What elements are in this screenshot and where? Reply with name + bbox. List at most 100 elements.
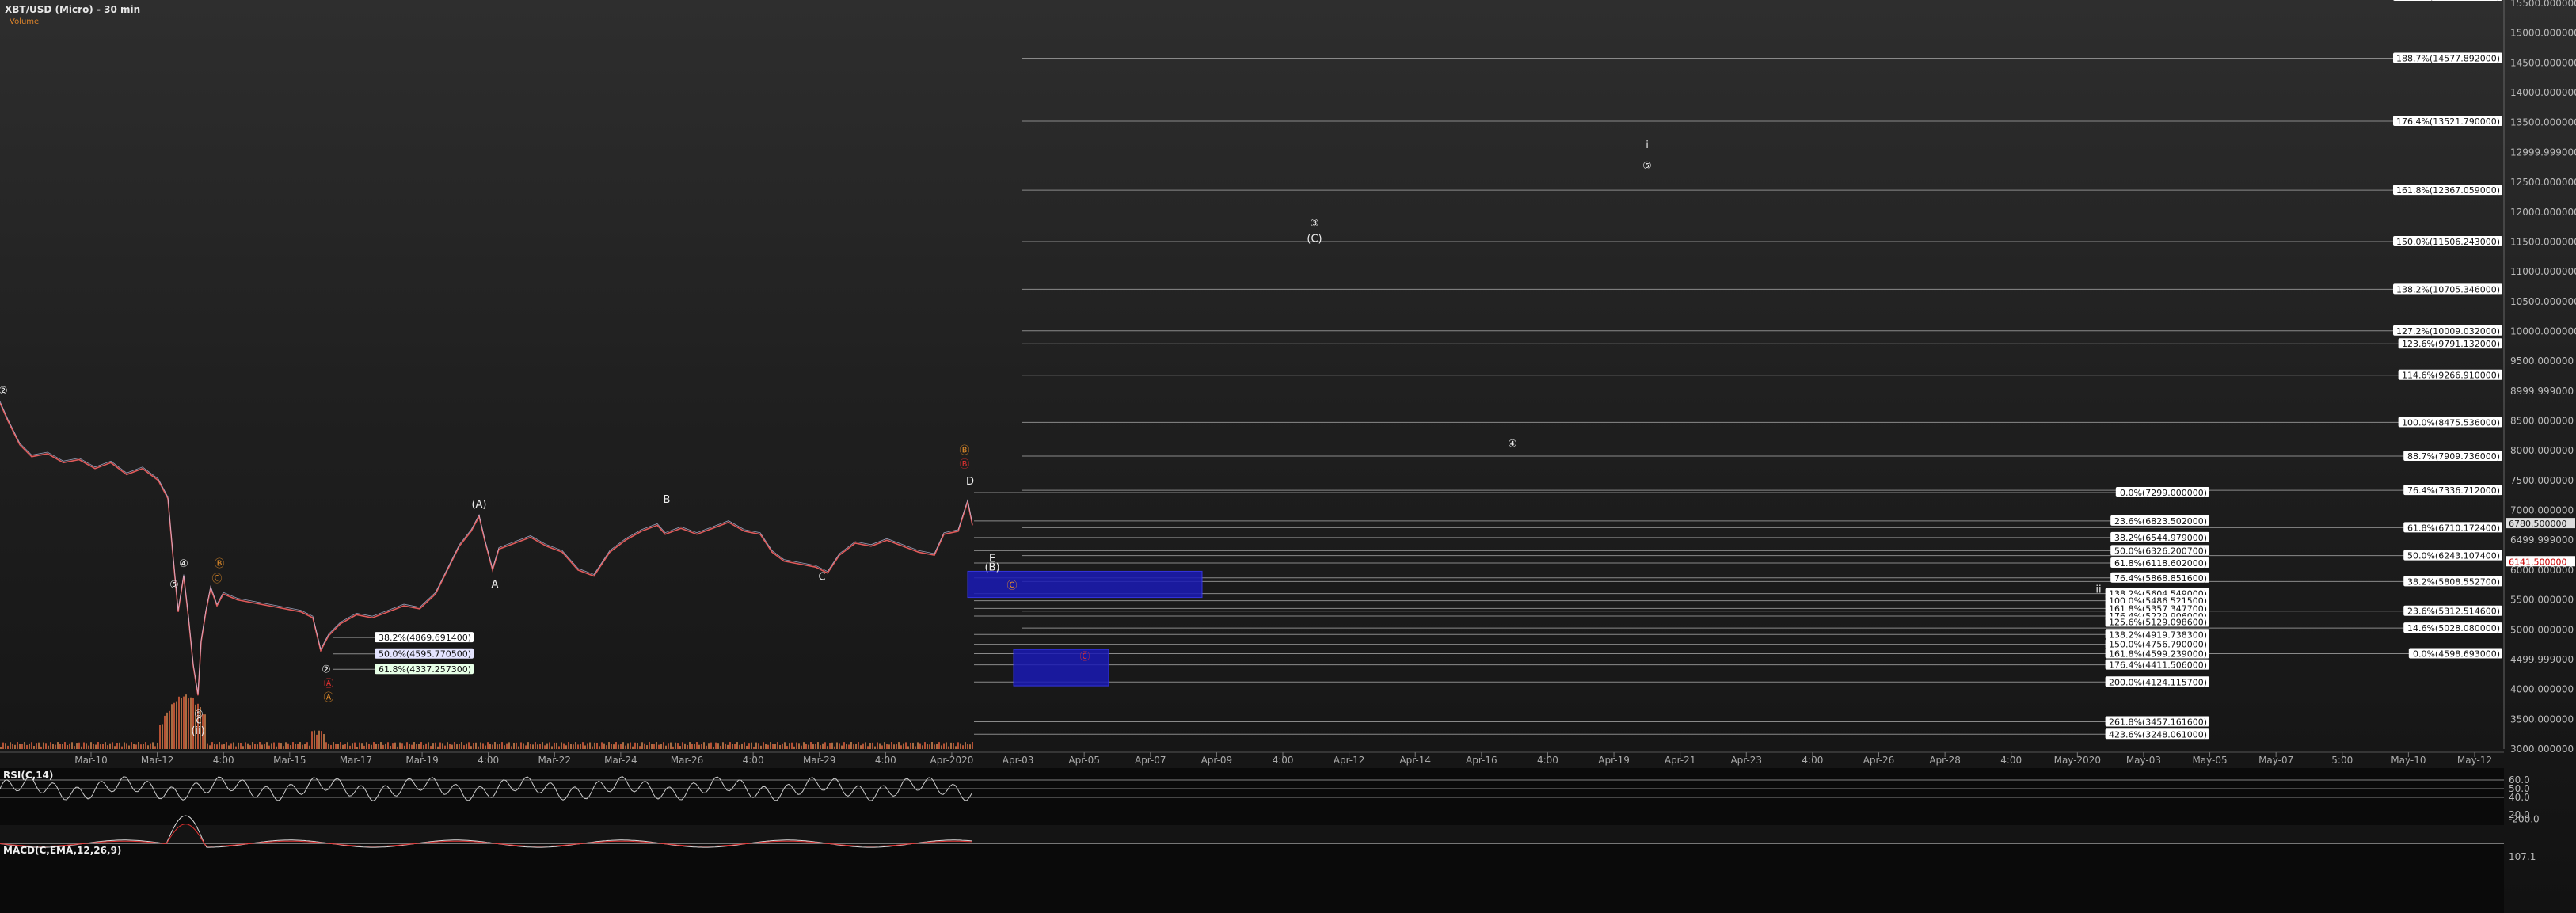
target-zone bbox=[1013, 649, 1109, 687]
volume-bar bbox=[703, 742, 705, 749]
volume-bar bbox=[965, 742, 966, 749]
volume-bar bbox=[88, 745, 89, 749]
date-tick-label: Mar-15 bbox=[273, 755, 306, 766]
fib-label-text: 50.0%(6326.200700) bbox=[2114, 546, 2207, 556]
price-line bbox=[0, 402, 973, 696]
volume-bar bbox=[444, 745, 446, 749]
volume-bar bbox=[428, 742, 429, 749]
volume-bar bbox=[556, 742, 557, 749]
volume-bar bbox=[532, 744, 534, 749]
volume-bar bbox=[394, 742, 396, 749]
volume-bar bbox=[751, 742, 752, 749]
volume-bar bbox=[665, 745, 667, 749]
volume-bar bbox=[12, 743, 13, 749]
wave-label: ⑤ bbox=[169, 580, 179, 592]
price-tick-label: 5000.000000 bbox=[2510, 624, 2574, 635]
date-tick-label: 4:00 bbox=[743, 755, 764, 766]
volume-bar bbox=[5, 743, 6, 749]
fib-label: 150.0%(4756.790000) bbox=[2105, 638, 2209, 650]
volume-bar bbox=[924, 742, 926, 749]
fib-label: 14.6%(5028.080000) bbox=[2403, 622, 2502, 633]
fib-label-text: 61.8%(4337.257300) bbox=[379, 664, 471, 675]
fib-label-text: 188.7%(14577.892000) bbox=[2396, 53, 2500, 63]
volume-bar bbox=[235, 746, 237, 749]
date-axis: Mar-10 Mar-12 4:00 Mar-15 Mar-17 Mar-19 4:00 Ma… bbox=[0, 751, 2504, 766]
volume-bar bbox=[694, 744, 695, 749]
volume-bar bbox=[356, 746, 358, 749]
price-tick-label: 4000.000000 bbox=[2510, 684, 2574, 695]
fib-label-text: 38.2%(6544.979000) bbox=[2114, 533, 2207, 543]
volume-bar bbox=[380, 742, 382, 749]
volume-bar bbox=[651, 744, 653, 749]
price-tick-label: 14500.000000 bbox=[2510, 57, 2576, 68]
volume-bar bbox=[599, 746, 600, 749]
volume-bar bbox=[736, 742, 738, 749]
wave-label: A bbox=[492, 579, 499, 591]
volume-bar bbox=[561, 742, 562, 749]
volume-bar bbox=[185, 694, 187, 749]
volume-bar bbox=[299, 742, 301, 749]
volume-bar bbox=[869, 742, 871, 749]
volume-bar bbox=[337, 744, 339, 749]
volume-bar bbox=[230, 743, 232, 749]
date-tick-label: 4:00 bbox=[213, 755, 234, 766]
volume-bar bbox=[71, 742, 73, 749]
volume-bar bbox=[684, 743, 686, 749]
date-tick-label: Apr-16 bbox=[1466, 755, 1497, 766]
volume-bar bbox=[112, 742, 113, 749]
volume-bar bbox=[960, 743, 961, 749]
fib-label: 0.0%(4598.693000) bbox=[2408, 648, 2502, 659]
chart-title: XBT/USD (Micro) - 30 min bbox=[5, 4, 140, 15]
volume-bar bbox=[432, 743, 434, 749]
volume-bar bbox=[349, 745, 351, 749]
volume-bar bbox=[86, 743, 87, 749]
volume-bar bbox=[273, 742, 275, 749]
volume-bar bbox=[354, 742, 356, 749]
volume-bar bbox=[226, 742, 227, 749]
volume-bar bbox=[682, 742, 683, 749]
volume-bar bbox=[805, 744, 807, 749]
volume-bar bbox=[62, 744, 63, 749]
volume-bar bbox=[359, 742, 360, 749]
volume-bar bbox=[473, 743, 474, 749]
volume-bar bbox=[449, 744, 451, 749]
volume-bar bbox=[499, 744, 500, 749]
volume-bar bbox=[392, 743, 394, 749]
date-tick-label: 4:00 bbox=[478, 755, 499, 766]
volume-bar bbox=[689, 742, 691, 749]
volume-bar bbox=[760, 745, 762, 749]
volume-bar bbox=[687, 744, 688, 749]
fib-label-text: 150.0%(11506.243000) bbox=[2396, 237, 2500, 247]
volume-bar bbox=[644, 743, 645, 749]
volume-bar bbox=[173, 702, 175, 749]
volume-bar bbox=[929, 744, 930, 749]
volume-bar bbox=[504, 745, 505, 749]
volume-bar bbox=[535, 742, 536, 749]
volume-bar bbox=[268, 745, 270, 749]
volume-bar bbox=[463, 745, 465, 749]
target-zones bbox=[967, 570, 1203, 687]
volume-bar bbox=[872, 742, 873, 749]
volume-bar bbox=[482, 743, 484, 749]
price-tick-label: 15000.000000 bbox=[2510, 28, 2576, 39]
price-tick-label: 15500.000000 bbox=[2510, 0, 2576, 9]
volume-bar bbox=[777, 742, 778, 749]
volume-bar bbox=[323, 734, 325, 749]
fib-label-text: 88.7%(7909.736000) bbox=[2407, 451, 2500, 462]
date-tick-label: May-2020 bbox=[2054, 755, 2101, 766]
volume-bar bbox=[530, 744, 531, 749]
wave-label: Ⓐ bbox=[323, 679, 333, 690]
volume-bar bbox=[938, 742, 940, 749]
volume-bar bbox=[946, 742, 947, 749]
volume-bar bbox=[221, 744, 223, 749]
volume-bar bbox=[801, 745, 802, 749]
volume-bar bbox=[207, 743, 208, 749]
volume-bar bbox=[618, 744, 619, 749]
fib-label: 61.8%(6710.172400) bbox=[2403, 522, 2502, 533]
volume-bar bbox=[478, 746, 479, 749]
date-tick-label: Apr-23 bbox=[1730, 755, 1762, 766]
rsi-bg bbox=[0, 768, 2504, 825]
volume-bar bbox=[630, 742, 631, 749]
volume-bar bbox=[879, 743, 881, 749]
volume-bar bbox=[822, 743, 824, 749]
